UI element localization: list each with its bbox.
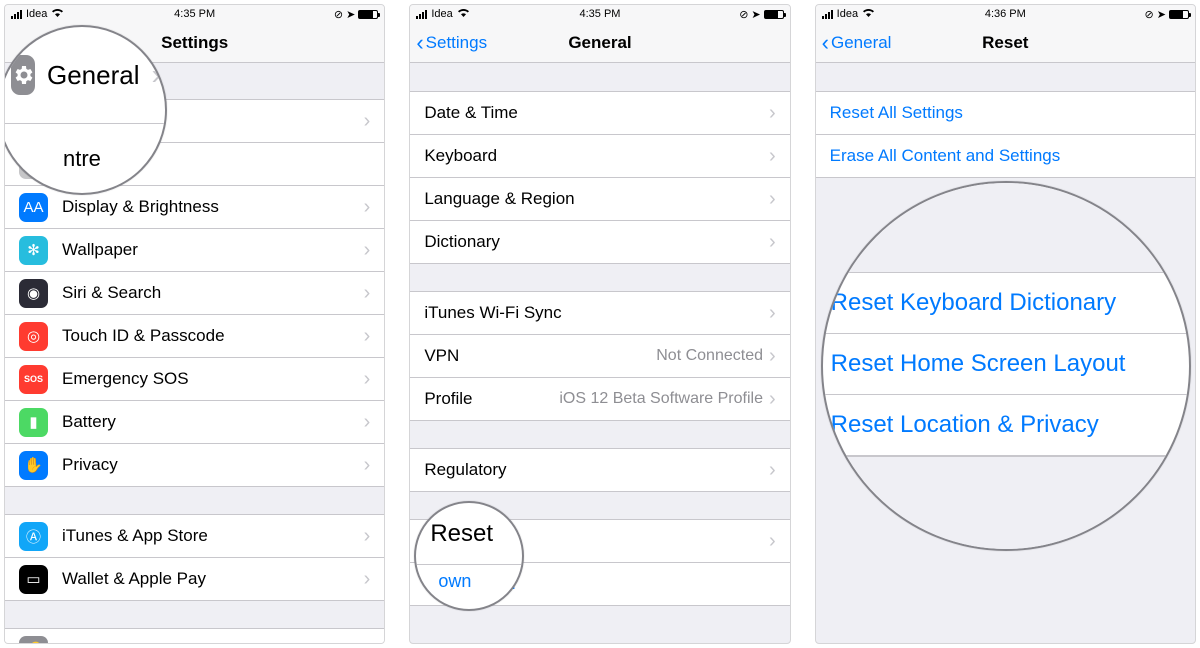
- row-sos[interactable]: SOS Emergency SOS ›: [5, 357, 384, 401]
- orientation-lock-icon: ⊘: [739, 8, 748, 21]
- status-bar: Idea 4:35 PM ⊘ ➤: [5, 5, 384, 23]
- chevron-right-icon: ›: [769, 188, 776, 211]
- zoom-row-keyboard-dict[interactable]: Reset Keyboard Dictionary: [823, 273, 1189, 334]
- nav-bar: ‹ Settings General: [410, 23, 789, 63]
- highlight-circle-general: General › ntre: [4, 25, 167, 195]
- back-button[interactable]: ‹ General: [816, 32, 892, 54]
- row-wallpaper[interactable]: ✻ Wallpaper ›: [5, 228, 384, 272]
- chevron-right-icon: ›: [769, 231, 776, 254]
- clock-label: 4:35 PM: [539, 8, 661, 20]
- chevron-right-icon: ›: [364, 110, 371, 133]
- back-label: Settings: [426, 33, 487, 53]
- chevron-right-icon: ›: [769, 102, 776, 125]
- row-passwords[interactable]: 🔑 Passwords & Accounts ›: [5, 628, 384, 643]
- row-siri[interactable]: ◉ Siri & Search ›: [5, 271, 384, 315]
- carrier-label: Idea: [26, 8, 47, 20]
- row-battery[interactable]: ▮ Battery ›: [5, 400, 384, 444]
- status-bar: Idea 4:36 PM ⊘ ➤: [816, 5, 1195, 23]
- chevron-right-icon: ›: [769, 145, 776, 168]
- clock-label: 4:36 PM: [944, 8, 1066, 20]
- location-icon: ➤: [751, 8, 760, 21]
- chevron-right-icon: ›: [769, 345, 776, 368]
- row-reset-all[interactable]: Reset All Settings: [816, 91, 1195, 135]
- sos-icon: SOS: [19, 365, 48, 394]
- battery-row-icon: ▮: [19, 408, 48, 437]
- zoom-down-partial: own: [438, 571, 471, 592]
- wallet-icon: ▭: [19, 565, 48, 594]
- highlight-circle-reset: Reset own: [414, 501, 524, 611]
- chevron-right-icon: ›: [364, 196, 371, 219]
- wifi-icon: [457, 8, 470, 20]
- location-icon: ➤: [346, 8, 355, 21]
- privacy-icon: ✋: [19, 451, 48, 480]
- row-wallet[interactable]: ▭ Wallet & Apple Pay ›: [5, 557, 384, 601]
- chevron-right-icon: ›: [364, 411, 371, 434]
- orientation-lock-icon: ⊘: [334, 8, 343, 21]
- orientation-lock-icon: ⊘: [1145, 8, 1154, 21]
- chevron-right-icon: ›: [364, 525, 371, 548]
- screen-settings: Idea 4:35 PM ⊘ ➤ Settings › ⊟ Cont AA Di…: [4, 4, 385, 644]
- signal-icon: [416, 10, 427, 19]
- screen-reset: Idea 4:36 PM ⊘ ➤ ‹ General Reset Reset A…: [815, 4, 1196, 644]
- back-button[interactable]: ‹ Settings: [410, 32, 487, 54]
- row-profile[interactable]: ProfileiOS 12 Beta Software Profile›: [410, 377, 789, 421]
- carrier-label: Idea: [431, 8, 452, 20]
- clock-label: 4:35 PM: [133, 8, 255, 20]
- row-datetime[interactable]: Date & Time›: [410, 91, 789, 135]
- row-privacy[interactable]: ✋ Privacy ›: [5, 443, 384, 487]
- location-icon: ➤: [1157, 8, 1166, 21]
- profile-detail: iOS 12 Beta Software Profile: [559, 390, 763, 408]
- chevron-right-icon: ›: [364, 568, 371, 591]
- row-wifisync[interactable]: iTunes Wi-Fi Sync›: [410, 291, 789, 335]
- row-dictionary[interactable]: Dictionary›: [410, 220, 789, 264]
- chevron-right-icon: ›: [364, 454, 371, 477]
- carrier-label: Idea: [837, 8, 858, 20]
- signal-icon: [11, 10, 22, 19]
- siri-icon: ◉: [19, 279, 48, 308]
- wallpaper-icon: ✻: [19, 236, 48, 265]
- highlight-circle-reset-options: Reset Keyboard Dictionary Reset Home Scr…: [821, 181, 1191, 551]
- nav-bar: ‹ General Reset: [816, 23, 1195, 63]
- row-itunes[interactable]: Ⓐ iTunes & App Store ›: [5, 514, 384, 558]
- zoom-reset-label: Reset: [430, 520, 493, 548]
- zoom-general-label: General: [47, 60, 140, 91]
- zoom-row-location-privacy[interactable]: Reset Location & Privacy: [823, 395, 1189, 456]
- touchid-icon: ◎: [19, 322, 48, 351]
- zoom-partial-label: ntre: [63, 146, 101, 172]
- status-bar: Idea 4:35 PM ⊘ ➤: [410, 5, 789, 23]
- chevron-right-icon: ›: [364, 368, 371, 391]
- battery-icon: [764, 10, 784, 19]
- chevron-right-icon: ›: [364, 239, 371, 262]
- chevron-right-icon: ›: [769, 530, 776, 553]
- chevron-left-icon: ‹: [822, 32, 829, 54]
- display-icon: AA: [19, 193, 48, 222]
- chevron-right-icon: ›: [769, 388, 776, 411]
- battery-icon: [1169, 10, 1189, 19]
- chevron-left-icon: ‹: [416, 32, 423, 54]
- back-label: General: [831, 33, 891, 53]
- row-keyboard[interactable]: Keyboard›: [410, 134, 789, 178]
- chevron-right-icon: ›: [364, 325, 371, 348]
- screen-general: Idea 4:35 PM ⊘ ➤ ‹ Settings General Date…: [409, 4, 790, 644]
- appstore-icon: Ⓐ: [19, 522, 48, 551]
- wifi-icon: [862, 8, 875, 20]
- vpn-detail: Not Connected: [656, 347, 763, 365]
- row-vpn[interactable]: VPNNot Connected›: [410, 334, 789, 378]
- chevron-right-icon: ›: [364, 282, 371, 305]
- chevron-right-icon: ›: [769, 459, 776, 482]
- row-language[interactable]: Language & Region›: [410, 177, 789, 221]
- signal-icon: [822, 10, 833, 19]
- gear-icon: [11, 55, 35, 95]
- row-touchid[interactable]: ◎ Touch ID & Passcode ›: [5, 314, 384, 358]
- row-erase-all[interactable]: Erase All Content and Settings: [816, 134, 1195, 178]
- chevron-right-icon: ›: [769, 302, 776, 325]
- chevron-right-icon: ›: [364, 639, 371, 644]
- zoom-row-home-layout[interactable]: Reset Home Screen Layout: [823, 334, 1189, 395]
- row-regulatory[interactable]: Regulatory›: [410, 448, 789, 492]
- battery-icon: [358, 10, 378, 19]
- passwords-icon: 🔑: [19, 636, 48, 644]
- wifi-icon: [51, 8, 64, 20]
